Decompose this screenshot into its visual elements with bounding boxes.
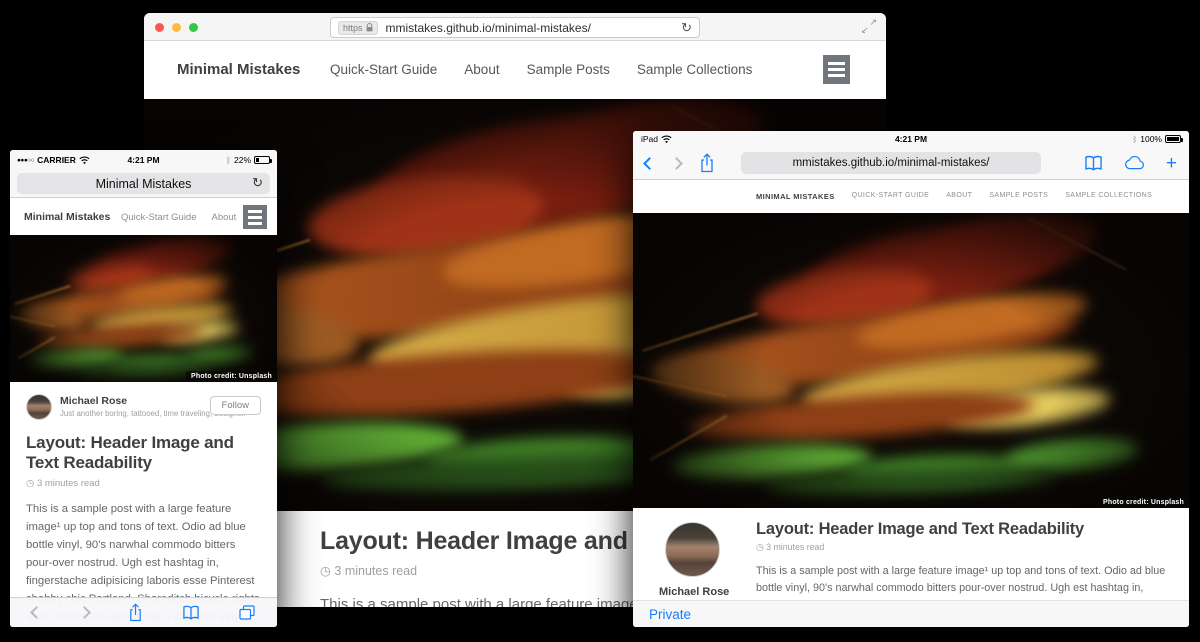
minimize-window-button[interactable] xyxy=(172,23,181,32)
ipad-toolbar: mmistakes.github.io/minimal-mistakes/ + xyxy=(633,147,1189,180)
reload-icon[interactable]: ↻ xyxy=(252,175,263,191)
photo-credit-badge: Photo credit: Unsplash xyxy=(1098,497,1189,508)
header-image: Photo credit: Unsplash xyxy=(633,213,1189,508)
composite-canvas: https mmistakes.github.io/minimal-mistak… xyxy=(0,0,1200,642)
nav-link-sample-posts[interactable]: Sample Posts xyxy=(989,192,1048,201)
iphone-url-row: Minimal Mistakes ↻ xyxy=(10,170,277,198)
new-tab-icon[interactable]: + xyxy=(1166,154,1177,173)
page-title-in-urlbar: Minimal Mistakes xyxy=(96,177,192,191)
post-title: Layout: Header Image and Text Readabilit… xyxy=(756,520,1174,539)
bookmarks-icon[interactable] xyxy=(182,605,200,620)
iphone-status-bar: ●●●○○ CARRIER 4:21 PM ᛒ 22% xyxy=(10,150,277,170)
read-time: 3 minutes read xyxy=(766,542,824,552)
photo-credit-badge: Photo credit: Unsplash xyxy=(186,371,277,382)
battery-percent: 100% xyxy=(1140,134,1162,144)
avatar xyxy=(26,394,52,420)
battery-icon xyxy=(1165,135,1181,143)
ipad-site-nav: Minimal Mistakes Quick-Start Guide About… xyxy=(633,180,1189,213)
url-text: mmistakes.github.io/minimal-mistakes/ xyxy=(386,21,682,35)
url-text: mmistakes.github.io/minimal-mistakes/ xyxy=(793,157,990,169)
nav-link-about[interactable]: About xyxy=(212,212,237,223)
iphone-bottom-toolbar xyxy=(10,597,277,627)
reload-icon[interactable]: ↻ xyxy=(681,20,692,36)
back-icon[interactable] xyxy=(30,606,43,619)
fullscreen-icon[interactable]: ↗↙ xyxy=(861,18,877,34)
ipad-address-bar[interactable]: mmistakes.github.io/minimal-mistakes/ xyxy=(741,152,1041,174)
bluetooth-icon: ᛒ xyxy=(226,156,231,165)
nav-link-quick-start[interactable]: Quick-Start Guide xyxy=(121,212,197,223)
nav-link-sample-collections[interactable]: Sample Collections xyxy=(637,62,753,77)
status-time: 4:21 PM xyxy=(633,134,1189,144)
iphone-address-bar[interactable]: Minimal Mistakes ↻ xyxy=(17,173,270,194)
nav-link-sample-collections[interactable]: Sample Collections xyxy=(1065,192,1152,201)
tabs-icon[interactable] xyxy=(239,605,255,620)
icloud-tabs-icon[interactable] xyxy=(1123,156,1146,171)
forward-icon[interactable] xyxy=(670,157,683,170)
post-title: Layout: Header Image and Text Readabilit… xyxy=(26,433,261,473)
nav-link-quick-start[interactable]: Quick-Start Guide xyxy=(852,192,930,201)
nav-link-about[interactable]: About xyxy=(464,62,499,77)
bluetooth-icon: ᛒ xyxy=(1132,135,1137,144)
clock-icon: ◷ xyxy=(320,564,331,578)
site-brand-link[interactable]: Minimal Mistakes xyxy=(24,211,110,223)
back-icon[interactable] xyxy=(643,157,656,170)
address-bar[interactable]: https mmistakes.github.io/minimal-mistak… xyxy=(330,17,700,38)
read-time: 3 minutes read xyxy=(37,478,100,489)
battery-percent: 22% xyxy=(234,155,251,165)
menu-hamburger-icon[interactable] xyxy=(823,55,850,84)
menu-hamburger-icon[interactable] xyxy=(243,205,267,229)
private-browsing-bar: Private xyxy=(633,600,1189,627)
post-meta: ◷ 3 minutes read xyxy=(756,542,1174,553)
iphone-browser-window: ●●●○○ CARRIER 4:21 PM ᛒ 22% Minimal Mist… xyxy=(10,150,277,627)
private-button[interactable]: Private xyxy=(649,607,691,622)
clock-icon: ◷ xyxy=(756,542,764,552)
post-meta: ◷ 3 minutes read xyxy=(26,478,261,489)
share-icon[interactable] xyxy=(699,153,715,173)
desktop-browser-chrome: https mmistakes.github.io/minimal-mistak… xyxy=(144,13,886,41)
ipad-browser-window: iPad 4:21 PM ᛒ 100% mmistakes.github.io/… xyxy=(633,131,1189,627)
window-controls xyxy=(155,23,198,32)
iphone-site-nav: Minimal Mistakes Quick-Start Guide About xyxy=(10,198,277,235)
follow-button[interactable]: Follow xyxy=(210,396,261,415)
read-time: 3 minutes read xyxy=(334,564,417,578)
header-image: Photo credit: Unsplash xyxy=(10,235,277,382)
close-window-button[interactable] xyxy=(155,23,164,32)
nav-link-quick-start[interactable]: Quick-Start Guide xyxy=(330,62,437,77)
lock-icon xyxy=(366,23,373,32)
nav-link-sample-posts[interactable]: Sample Posts xyxy=(527,62,610,77)
author-name: Michael Rose xyxy=(659,586,769,598)
desktop-site-nav: Minimal Mistakes Quick-Start Guide About… xyxy=(144,41,886,98)
bookmarks-icon[interactable] xyxy=(1084,155,1103,171)
clock-icon: ◷ xyxy=(26,478,34,489)
desktop-nav-links: Quick-Start Guide About Sample Posts Sam… xyxy=(330,62,752,77)
ipad-status-bar: iPad 4:21 PM ᛒ 100% xyxy=(633,131,1189,147)
iphone-post-content: Michael Rose Just another boring, tattoo… xyxy=(10,382,277,627)
share-icon[interactable] xyxy=(128,603,143,622)
https-label: https xyxy=(343,23,363,33)
avatar xyxy=(665,522,720,577)
zoom-window-button[interactable] xyxy=(189,23,198,32)
author-row: Michael Rose Just another boring, tattoo… xyxy=(26,394,261,420)
forward-icon[interactable] xyxy=(78,606,91,619)
battery-icon xyxy=(254,156,270,164)
iphone-nav-links: Quick-Start Guide About xyxy=(121,212,236,223)
nav-link-about[interactable]: About xyxy=(946,192,972,201)
site-brand-link[interactable]: Minimal Mistakes xyxy=(756,192,835,201)
https-badge: https xyxy=(338,21,378,35)
site-brand-link[interactable]: Minimal Mistakes xyxy=(177,61,300,78)
